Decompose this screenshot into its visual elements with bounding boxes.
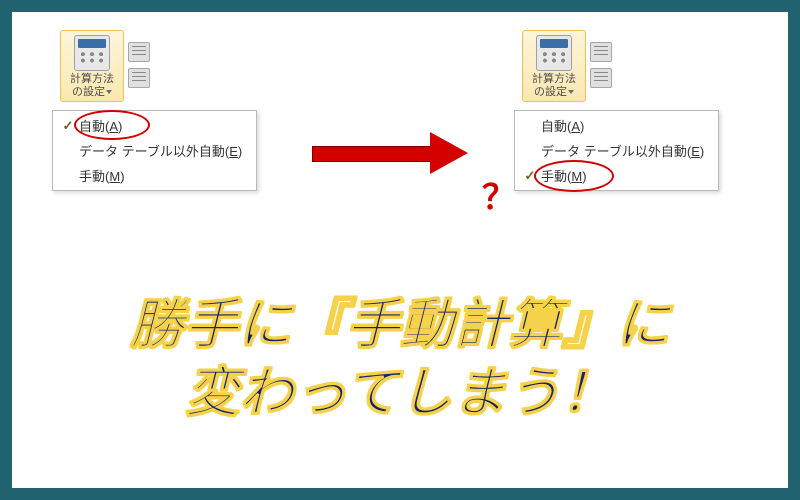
- calc-options-menu-right: 自動(A) データ テーブル以外自動(E) ✓ 手動(M): [514, 110, 719, 191]
- check-icon: ✓: [519, 168, 541, 184]
- chevron-down-icon: [568, 90, 574, 94]
- calc-sheet-icon[interactable]: [128, 68, 150, 88]
- calc-now-icon[interactable]: [590, 42, 612, 62]
- side-icon-group-right: [590, 42, 612, 88]
- menu-item-auto[interactable]: ✓ 自動(A): [53, 113, 256, 138]
- arrow-right-icon: [312, 132, 472, 172]
- calc-options-button-right[interactable]: 計算方法 の設定: [522, 30, 586, 102]
- calc-sheet-icon[interactable]: [590, 68, 612, 88]
- calculator-icon: [74, 35, 110, 71]
- question-mark-icon: ？: [482, 170, 516, 219]
- menu-item-manual[interactable]: ✓ 手動(M): [515, 163, 718, 188]
- menu-item-auto-except-tables[interactable]: データ テーブル以外自動(E): [515, 138, 718, 163]
- menu-item-label: 自動(A): [79, 116, 122, 135]
- calc-options-label: 計算方法 の設定: [525, 73, 583, 99]
- menu-item-auto[interactable]: 自動(A): [515, 113, 718, 138]
- menu-item-label: 自動(A): [541, 116, 584, 135]
- calculator-icon: [536, 35, 572, 71]
- menu-item-manual[interactable]: 手動(M): [53, 163, 256, 188]
- menu-item-label: データ テーブル以外自動(E): [79, 141, 242, 160]
- caption-text: 勝手に『手動計算』に 変わってしまう！: [12, 292, 788, 427]
- menu-item-label: 手動(M): [79, 166, 125, 185]
- menu-item-auto-except-tables[interactable]: データ テーブル以外自動(E): [53, 138, 256, 163]
- menu-item-label: 手動(M): [541, 166, 587, 185]
- calc-now-icon[interactable]: [128, 42, 150, 62]
- side-icon-group-left: [128, 42, 150, 88]
- calc-options-button-left[interactable]: 計算方法 の設定: [60, 30, 124, 102]
- menu-item-label: データ テーブル以外自動(E): [541, 141, 704, 160]
- check-icon: ✓: [57, 118, 79, 134]
- chevron-down-icon: [106, 90, 112, 94]
- canvas: 計算方法 の設定 ✓ 自動(A) データ テーブル以外自動(E) 手動(M) 計…: [12, 12, 788, 488]
- calc-options-menu-left: ✓ 自動(A) データ テーブル以外自動(E) 手動(M): [52, 110, 257, 191]
- calc-options-label: 計算方法 の設定: [63, 73, 121, 99]
